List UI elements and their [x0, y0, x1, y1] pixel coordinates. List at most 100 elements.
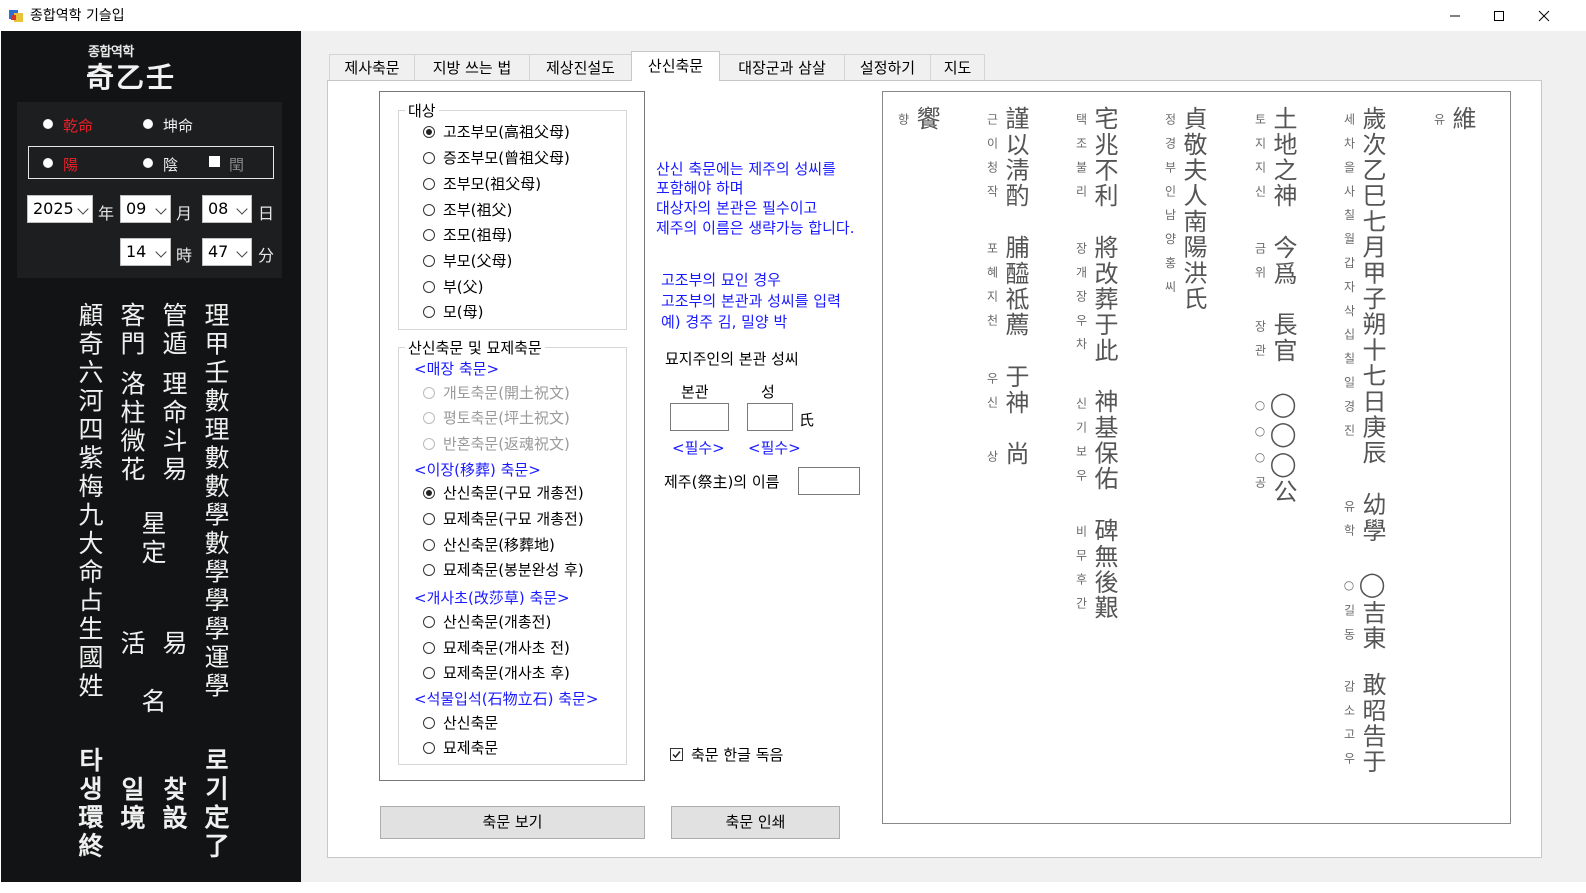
- brand-logo: 奇乙壬: [86, 61, 177, 94]
- prayer-option[interactable]: 평토축문(坪土祝文): [423, 407, 570, 428]
- tab-sanshin-prayer[interactable]: 산신축문: [631, 51, 720, 81]
- title-bar: [0, 0, 1586, 31]
- minimize-icon[interactable]: [1432, 0, 1478, 31]
- doc-text: 長官: [1269, 312, 1297, 364]
- window-title: 종합역학 기슬입: [30, 8, 125, 24]
- day-select[interactable]: 08: [202, 195, 252, 223]
- day-label: 日: [258, 204, 275, 223]
- note-line: 제주의 이름은 생략가능 합니다.: [656, 219, 855, 237]
- male-radio[interactable]: [43, 119, 53, 129]
- jeju-name-input[interactable]: [798, 467, 860, 495]
- doc-reading: 향: [896, 113, 910, 137]
- birth-menu[interactable]: 타생環終: [74, 747, 104, 861]
- prayer-option[interactable]: 반혼축문(返魂祝文): [423, 433, 570, 454]
- yin-radio[interactable]: [143, 158, 153, 168]
- doc-reading: 우신: [985, 372, 999, 420]
- doc-text: 于神: [1001, 364, 1029, 416]
- doc-text: 貞敬夫人南陽洪氏: [1179, 106, 1207, 312]
- target-option[interactable]: 조부(祖父): [423, 199, 512, 220]
- menu-column-3[interactable]: 管遁 理命斗易: [158, 302, 188, 484]
- doc-reading: 유: [1432, 113, 1446, 137]
- target-group: [398, 110, 627, 330]
- yang-radio[interactable]: [43, 158, 53, 168]
- section-reburial: <이장(移葬) 축문>: [414, 461, 541, 479]
- minute-select[interactable]: 47: [202, 238, 252, 266]
- day-menu[interactable]: 일境: [116, 776, 146, 833]
- hangul-reading-checkbox[interactable]: 축문 한글 독음: [670, 744, 783, 765]
- doc-reading: 장개장우차: [1074, 242, 1088, 362]
- prayer-option[interactable]: 묘제축문(봉분완성 후): [423, 559, 584, 580]
- prayer-option[interactable]: 묘제축문(개사초 전): [423, 637, 570, 658]
- doc-text: 宅兆不利: [1090, 106, 1118, 209]
- doc-text: ◯吉東: [1358, 570, 1386, 652]
- year-select[interactable]: 2025: [27, 195, 93, 223]
- surname-suffix: 氏: [799, 411, 815, 429]
- prayer-option[interactable]: 묘제축문: [423, 737, 498, 758]
- minute-label: 分: [258, 246, 275, 265]
- note-line: 고조부의 묘인 경우: [661, 271, 781, 289]
- target-option[interactable]: 고조부모(高祖父母): [423, 121, 570, 142]
- target-option[interactable]: 부(父): [423, 276, 484, 297]
- doc-reading: ○길동: [1342, 578, 1356, 652]
- prayer-option[interactable]: 산신축문(개총전): [423, 611, 551, 632]
- month-select[interactable]: 09: [120, 195, 171, 223]
- doc-reading: ○○○공: [1253, 398, 1267, 500]
- yin-label: 陰: [163, 156, 179, 174]
- tab-map[interactable]: 지도: [930, 54, 985, 80]
- view-prayer-button[interactable]: 축문 보기: [380, 806, 645, 839]
- doc-text: 饗: [912, 106, 940, 132]
- prayer-option[interactable]: 산신축문: [423, 712, 498, 733]
- target-option[interactable]: 조부모(祖父母): [423, 173, 541, 194]
- tab-memorial-prayer[interactable]: 제사축문: [329, 54, 415, 80]
- hour-select[interactable]: 14: [120, 238, 171, 266]
- menu-item-fix[interactable]: 定: [137, 539, 167, 568]
- prayer-option[interactable]: 묘제축문(개사초 후): [423, 662, 570, 683]
- find-menu[interactable]: 찾設: [158, 776, 188, 833]
- required-bongwan: <필수>: [672, 439, 725, 457]
- menu-item-name[interactable]: 名: [137, 688, 167, 717]
- menu-column-4[interactable]: 理甲壬數理數數學數學學學運學: [200, 302, 230, 701]
- doc-reading: 장관: [1253, 320, 1267, 368]
- target-option[interactable]: 모(母): [423, 301, 484, 322]
- leap-checkbox[interactable]: [209, 156, 220, 167]
- tab-jibang[interactable]: 지방 쓰는 법: [414, 54, 530, 80]
- menu-column-1[interactable]: 顧奇六河四紫梅九大命占生國姓: [74, 302, 104, 701]
- menu-item-star[interactable]: 星: [137, 510, 167, 539]
- doc-reading: 토지지신: [1253, 113, 1267, 209]
- tab-daejanggun[interactable]: 대장군과 삼살: [719, 54, 845, 80]
- menu-item-easy[interactable]: 易: [158, 630, 188, 659]
- owner-label: 묘지주인의 본관 성씨: [665, 350, 799, 368]
- section-stone: <석물입석(石物立石) 축문>: [414, 690, 599, 708]
- prayer-option[interactable]: 묘제축문(구묘 개총전): [423, 508, 584, 529]
- male-label: 乾命: [63, 117, 94, 135]
- menu-item-live[interactable]: 活: [116, 630, 146, 659]
- menu-column-2[interactable]: 客門 洛柱微花: [116, 302, 146, 484]
- logout-menu[interactable]: 로기定了: [200, 747, 230, 861]
- prayer-option[interactable]: 산신축문(구묘 개총전): [423, 482, 584, 503]
- female-label: 坤命: [163, 117, 194, 135]
- month-label: 月: [176, 204, 193, 223]
- tab-table-setting[interactable]: 제상진설도: [529, 54, 632, 80]
- leap-label: 閏: [229, 156, 245, 174]
- surname-label: 성: [761, 383, 775, 401]
- tab-settings[interactable]: 설정하기: [844, 54, 931, 80]
- target-option[interactable]: 증조부모(曾祖父母): [423, 147, 570, 168]
- doc-text: 神基保佑: [1090, 389, 1118, 492]
- doc-text: 維: [1448, 106, 1476, 132]
- prayer-option[interactable]: 산신축문(移葬地): [423, 534, 555, 555]
- close-icon[interactable]: [1521, 0, 1567, 31]
- target-option[interactable]: 부모(父母): [423, 250, 512, 271]
- prayer-option[interactable]: 개토축문(開土祝文): [423, 382, 570, 403]
- section-sod: <개사초(改莎草) 축문>: [414, 589, 570, 607]
- surname-input[interactable]: [747, 403, 793, 431]
- female-radio[interactable]: [143, 119, 153, 129]
- doc-reading: 신기보우: [1074, 397, 1088, 493]
- bongwan-input[interactable]: [670, 403, 729, 431]
- maximize-icon[interactable]: [1476, 0, 1522, 31]
- print-prayer-button[interactable]: 축문 인쇄: [671, 806, 840, 839]
- note-line: 산신 축문에는 제주의 성씨를: [656, 160, 836, 178]
- app-icon: [8, 7, 24, 23]
- target-option[interactable]: 조모(祖母): [423, 224, 512, 245]
- note-line: 예) 경주 김, 밀양 박: [661, 313, 788, 331]
- bongwan-label: 본관: [681, 383, 709, 401]
